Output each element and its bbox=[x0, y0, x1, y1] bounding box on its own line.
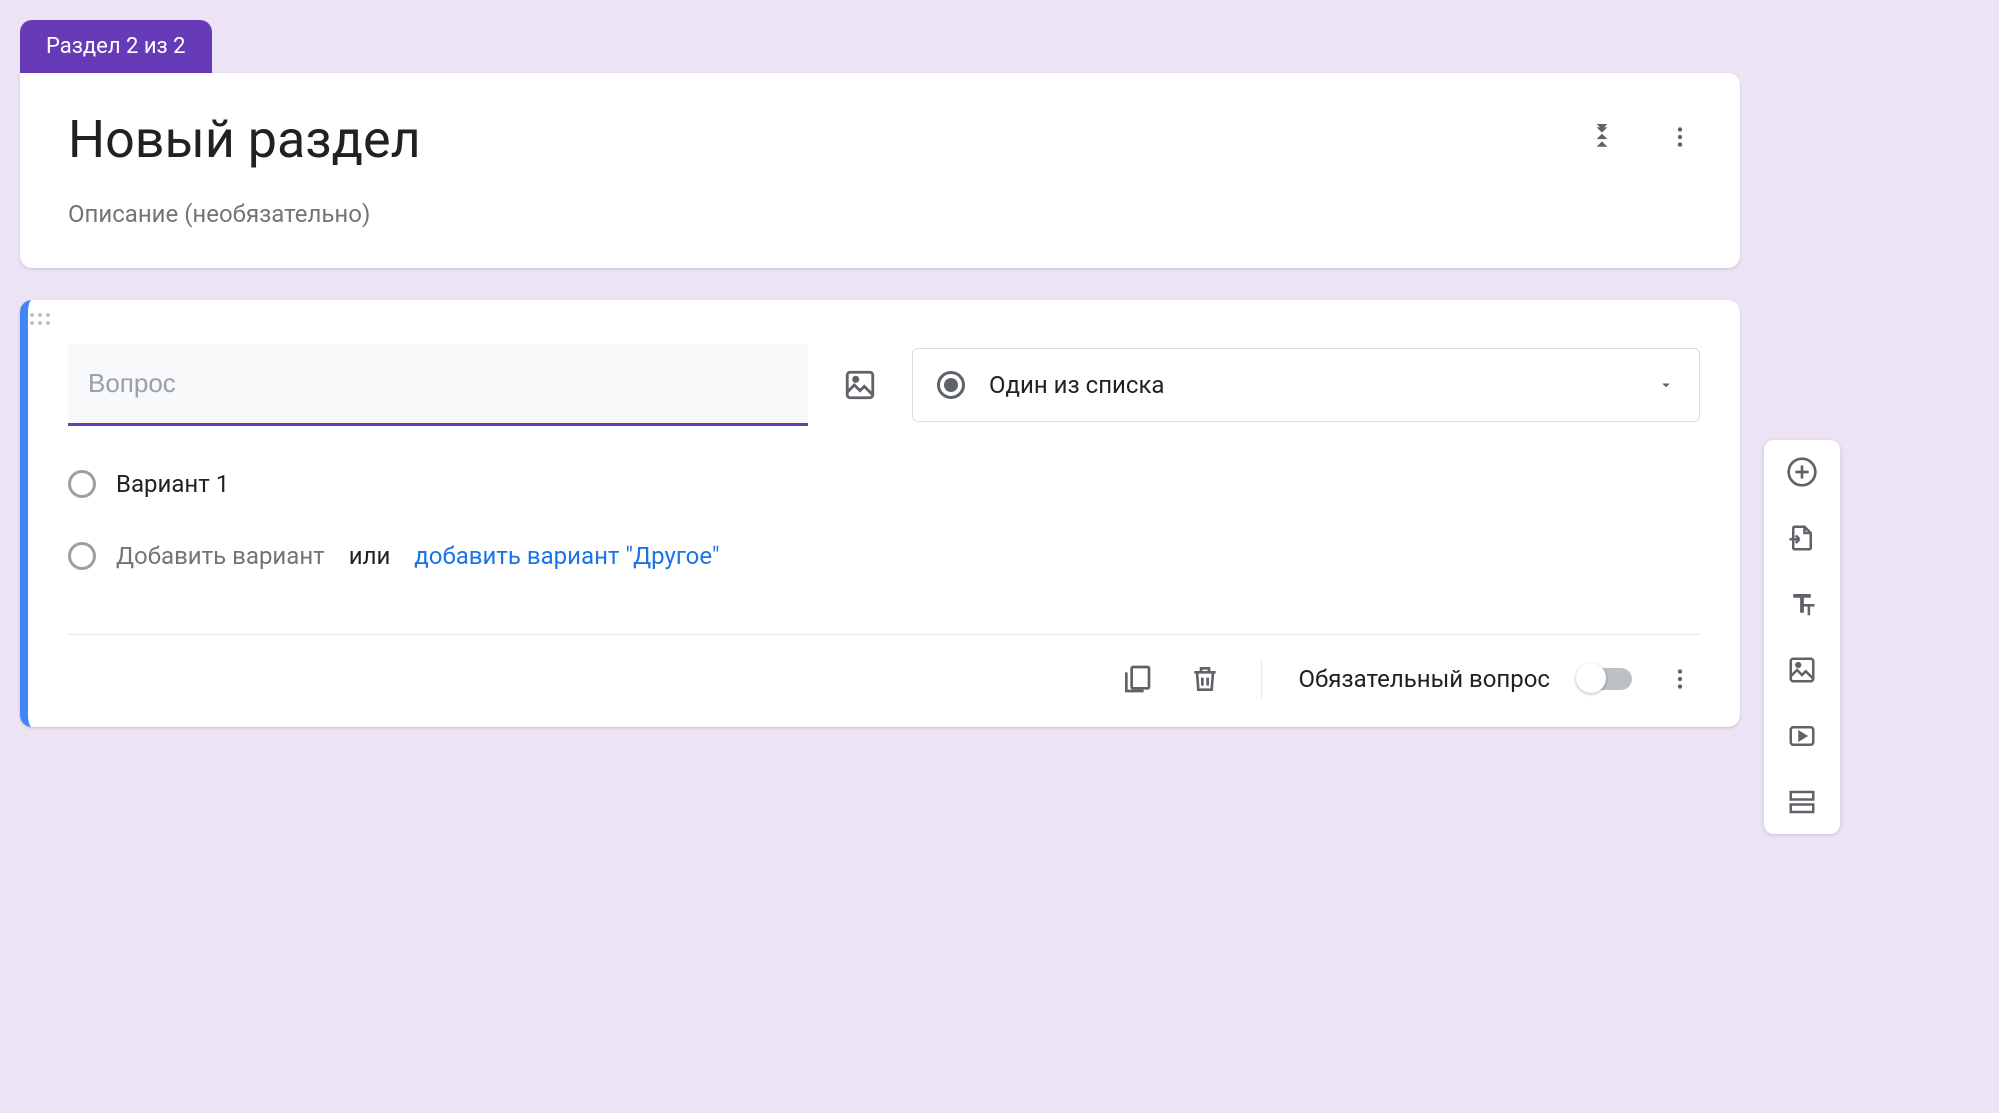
more-options-icon[interactable] bbox=[1660, 117, 1700, 157]
add-image-icon[interactable] bbox=[836, 361, 884, 409]
chevron-down-icon bbox=[1657, 376, 1675, 394]
collapse-section-icon[interactable] bbox=[1582, 117, 1622, 157]
add-other-button[interactable]: добавить вариант "Другое" bbox=[414, 542, 719, 570]
question-title-input[interactable] bbox=[68, 344, 808, 426]
question-more-icon[interactable] bbox=[1660, 659, 1700, 699]
add-option-row: Добавить вариант или добавить вариант "Д… bbox=[68, 542, 1700, 570]
add-option-button[interactable]: Добавить вариант bbox=[116, 542, 325, 570]
question-card: Один из списка Вариант 1 Добавить вариан… bbox=[20, 300, 1740, 727]
required-toggle[interactable] bbox=[1578, 668, 1632, 690]
option-label[interactable]: Вариант 1 bbox=[116, 470, 229, 498]
side-toolbar bbox=[1764, 440, 1840, 834]
add-question-icon[interactable] bbox=[1784, 454, 1820, 490]
radio-outline-icon bbox=[68, 470, 96, 498]
duplicate-icon[interactable] bbox=[1117, 659, 1157, 699]
add-image-tool-icon[interactable] bbox=[1784, 652, 1820, 688]
or-separator: или bbox=[349, 542, 391, 570]
delete-icon[interactable] bbox=[1185, 659, 1225, 699]
radio-outline-icon bbox=[68, 542, 96, 570]
question-type-select[interactable]: Один из списка bbox=[912, 348, 1700, 422]
option-row[interactable]: Вариант 1 bbox=[68, 470, 1700, 498]
section-description-placeholder[interactable]: Описание (необязательно) bbox=[68, 200, 1692, 228]
add-video-icon[interactable] bbox=[1784, 718, 1820, 754]
required-label: Обязательный вопрос bbox=[1298, 665, 1550, 693]
import-question-icon[interactable] bbox=[1784, 520, 1820, 556]
separator bbox=[1261, 659, 1262, 699]
radio-icon bbox=[937, 371, 965, 399]
section-indicator-tab: Раздел 2 из 2 bbox=[20, 20, 212, 73]
section-header-card: Новый раздел Описание (необязательно) bbox=[20, 73, 1740, 268]
drag-handle-icon[interactable] bbox=[28, 300, 1740, 330]
add-title-icon[interactable] bbox=[1784, 586, 1820, 622]
question-type-label: Один из списка bbox=[989, 371, 1165, 399]
section-title[interactable]: Новый раздел bbox=[68, 109, 1692, 170]
add-section-icon[interactable] bbox=[1784, 784, 1820, 820]
